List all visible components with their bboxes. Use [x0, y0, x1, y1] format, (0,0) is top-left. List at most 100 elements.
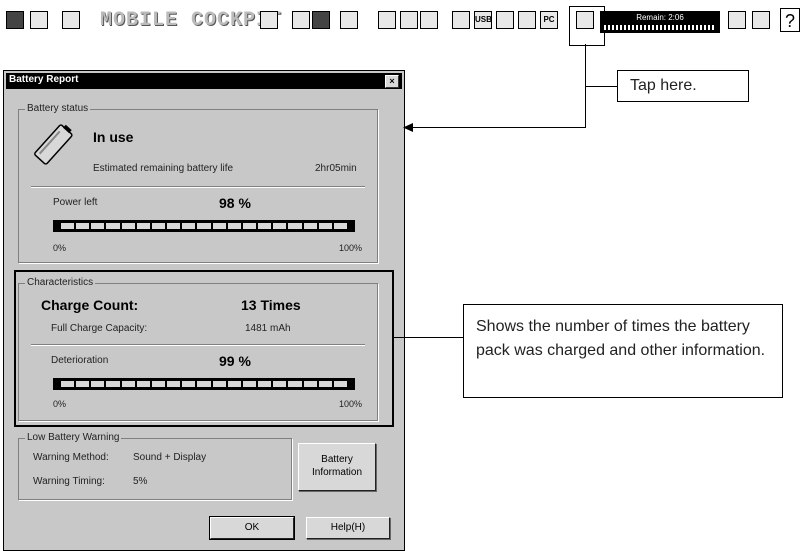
bar-segment — [151, 223, 166, 229]
deterioration-bar — [53, 378, 355, 390]
dialog-titlebar: Battery Report × — [6, 73, 402, 89]
bar-segment — [242, 381, 257, 387]
characteristics-label: Characteristics — [25, 277, 96, 289]
brightness-icon[interactable] — [378, 11, 396, 29]
battery-report-dialog: Battery Report × Battery status In use E… — [3, 70, 405, 551]
help-button[interactable]: Help(H) — [306, 517, 390, 539]
warning-timing-label: Warning Timing: — [33, 476, 105, 487]
remain-label: Remain: 2:06 — [636, 13, 684, 22]
bar-segment — [242, 223, 257, 229]
remain-ticks — [604, 25, 716, 30]
remaining-life-label: Estimated remaining battery life — [93, 163, 234, 174]
arrow-left-icon — [403, 123, 413, 132]
bar-segment — [121, 381, 135, 387]
pc-card-slot-icon[interactable]: PC — [540, 11, 558, 29]
close-button[interactable]: × — [385, 75, 399, 88]
battery-information-button[interactable]: Battery Information — [298, 443, 376, 491]
mobile-cockpit-toolbar: MOBILE COCKPIT USB PC Remain: 2:06 ? — [0, 0, 800, 46]
bar-segment — [258, 381, 272, 387]
deterioration-label: Deterioration — [51, 355, 109, 366]
battery-icon[interactable] — [292, 11, 310, 29]
battery-status-group: Battery status In use Estimated remainin… — [18, 103, 378, 263]
hibernate-icon[interactable] — [752, 11, 770, 29]
cd-icon[interactable] — [452, 11, 470, 29]
full-charge-capacity-label: Full Charge Capacity: — [51, 323, 148, 334]
bar-segment — [273, 223, 287, 229]
bar-segment — [212, 223, 226, 229]
display-icon[interactable] — [62, 11, 80, 29]
pc-label: PC — [543, 15, 555, 24]
remaining-life-value: 2hr05min — [315, 163, 357, 174]
bar-segment — [273, 381, 287, 387]
full-charge-capacity-value: 1481 mAh — [245, 323, 291, 334]
network-icon[interactable] — [400, 11, 418, 29]
ok-button[interactable]: OK — [209, 516, 295, 540]
bar-segment — [91, 223, 105, 229]
bar-segment — [61, 381, 75, 387]
suspend-icon[interactable] — [728, 11, 746, 29]
bar-segment — [303, 223, 317, 229]
power-left-value: 98 % — [219, 195, 251, 211]
charge-count-label: Charge Count: — [41, 297, 139, 313]
power-scale-max: 100% — [339, 243, 363, 253]
bar-segment — [61, 223, 75, 229]
bar-segment — [258, 223, 272, 229]
battery-icon[interactable] — [260, 11, 278, 29]
bar-segment — [182, 381, 196, 387]
volume-icon[interactable] — [420, 11, 438, 29]
wireless-icon[interactable] — [518, 11, 536, 29]
characteristics-callout-text: Shows the number of times the battery pa… — [476, 318, 766, 359]
deterioration-scale-max: 100% — [339, 399, 363, 409]
battery-icon[interactable] — [340, 11, 358, 29]
bar-segment — [167, 223, 181, 229]
warning-method-value: Sound + Display — [133, 452, 207, 463]
divider — [31, 344, 365, 346]
characteristics-callout-line — [392, 337, 464, 338]
bar-segment — [333, 381, 347, 387]
bar-segment — [151, 381, 166, 387]
bar-segment — [91, 381, 105, 387]
low-battery-warning-group: Low Battery Warning Warning Method: Soun… — [18, 432, 292, 500]
deterioration-value: 99 % — [219, 353, 251, 369]
bar-segment — [121, 223, 135, 229]
dialog-title: Battery Report — [9, 74, 79, 85]
deterioration-scale-min: 0% — [53, 399, 67, 409]
power-scale-min: 0% — [53, 243, 67, 253]
usb-icon[interactable]: USB — [474, 11, 492, 29]
bar-segment — [76, 223, 90, 229]
tap-callout-connector — [585, 86, 618, 87]
warning-timing-value: 5% — [133, 476, 148, 487]
low-battery-warning-label: Low Battery Warning — [25, 432, 122, 444]
tap-callout-arrow-line — [410, 127, 586, 128]
battery-information-line2: Information — [311, 467, 363, 478]
bar-segment — [212, 381, 226, 387]
bar-segment — [167, 381, 181, 387]
charge-count-value: 13 Times — [241, 297, 301, 313]
warning-method-label: Warning Method: — [33, 452, 109, 463]
help-icon[interactable]: ? — [780, 8, 800, 32]
battery-icon[interactable] — [312, 11, 330, 29]
bar-segment — [106, 223, 120, 229]
bar-segment — [106, 381, 120, 387]
power-left-bar — [53, 220, 355, 232]
pc-card-icon[interactable] — [6, 11, 24, 29]
characteristics-group: Characteristics Charge Count: 13 Times F… — [18, 277, 378, 421]
bar-segment — [197, 381, 211, 387]
battery-cell-icon — [34, 124, 73, 165]
bar-segment — [333, 223, 347, 229]
battery-state: In use — [93, 129, 134, 145]
pen-icon[interactable] — [30, 11, 48, 29]
tap-here-text: Tap here. — [630, 77, 697, 94]
modem-icon[interactable] — [496, 11, 514, 29]
divider — [31, 186, 365, 188]
battery-status-label: Battery status — [25, 103, 91, 115]
bar-segment — [136, 223, 150, 229]
bar-segment — [288, 223, 302, 229]
bar-segment — [318, 223, 332, 229]
tap-here-callout: Tap here. — [617, 70, 749, 102]
bar-segment — [76, 381, 90, 387]
bar-segment — [318, 381, 332, 387]
remain-indicator: Remain: 2:06 — [600, 11, 720, 33]
bar-segment — [182, 223, 196, 229]
battery-information-line1: Battery — [321, 454, 353, 465]
